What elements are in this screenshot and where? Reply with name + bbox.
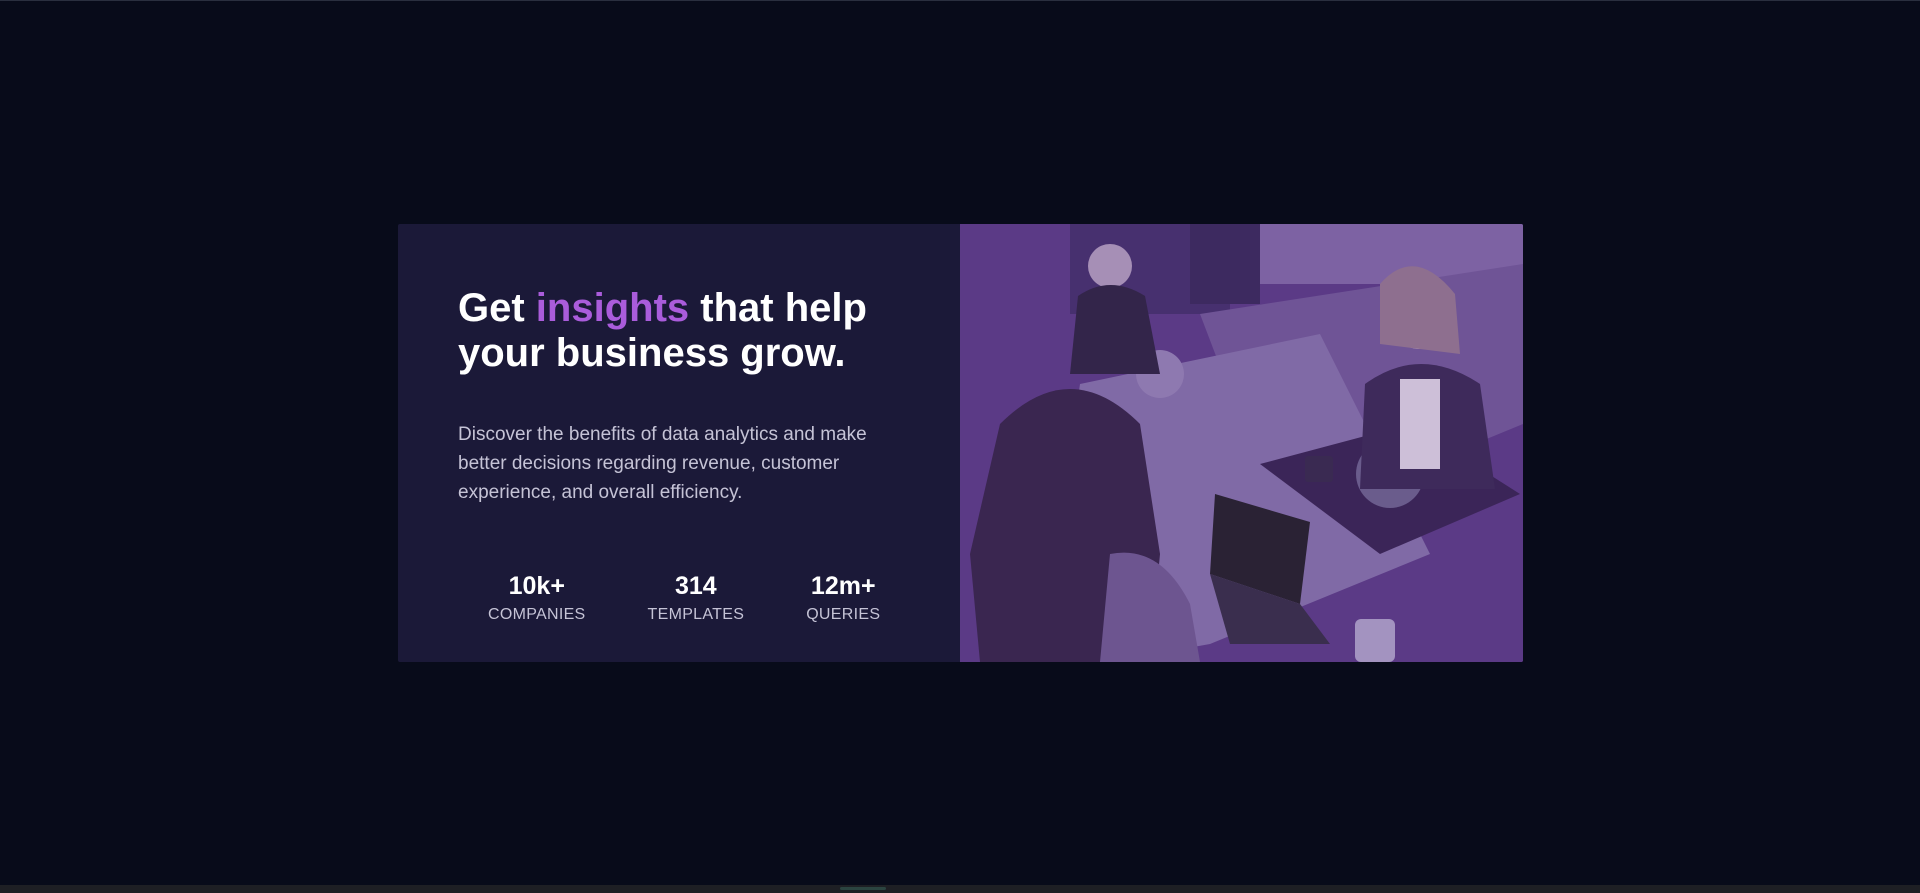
stat-label: QUERIES — [806, 606, 881, 623]
stats-preview-card: Get insights that help your business gro… — [398, 224, 1523, 662]
stats-row: 10k+ COMPANIES 314 TEMPLATES 12m+ QUERIE… — [458, 571, 900, 625]
title-accent: insights — [535, 286, 690, 330]
taskbar-indicator — [840, 887, 886, 890]
stat-value: 10k+ — [508, 572, 565, 600]
stat-templates: 314 TEMPLATES — [648, 571, 745, 625]
page-title: Get insights that help your business gro… — [458, 286, 878, 376]
stat-label: COMPANIES — [488, 606, 586, 623]
window-top-border — [0, 0, 1920, 1]
stat-queries: 12m+ QUERIES — [806, 571, 880, 625]
office-team-photo — [960, 224, 1523, 662]
card-description: Discover the benefits of data analytics … — [458, 424, 867, 503]
photo-illustration — [960, 224, 1523, 662]
stat-value: 314 — [675, 572, 717, 600]
stat-companies: 10k+ COMPANIES — [488, 571, 586, 625]
card-content: Get insights that help your business gro… — [398, 224, 960, 662]
stat-label: TEMPLATES — [647, 606, 745, 623]
title-start: Get — [458, 286, 536, 330]
window-bottom-bar — [0, 885, 1920, 893]
stat-value: 12m+ — [810, 572, 876, 600]
